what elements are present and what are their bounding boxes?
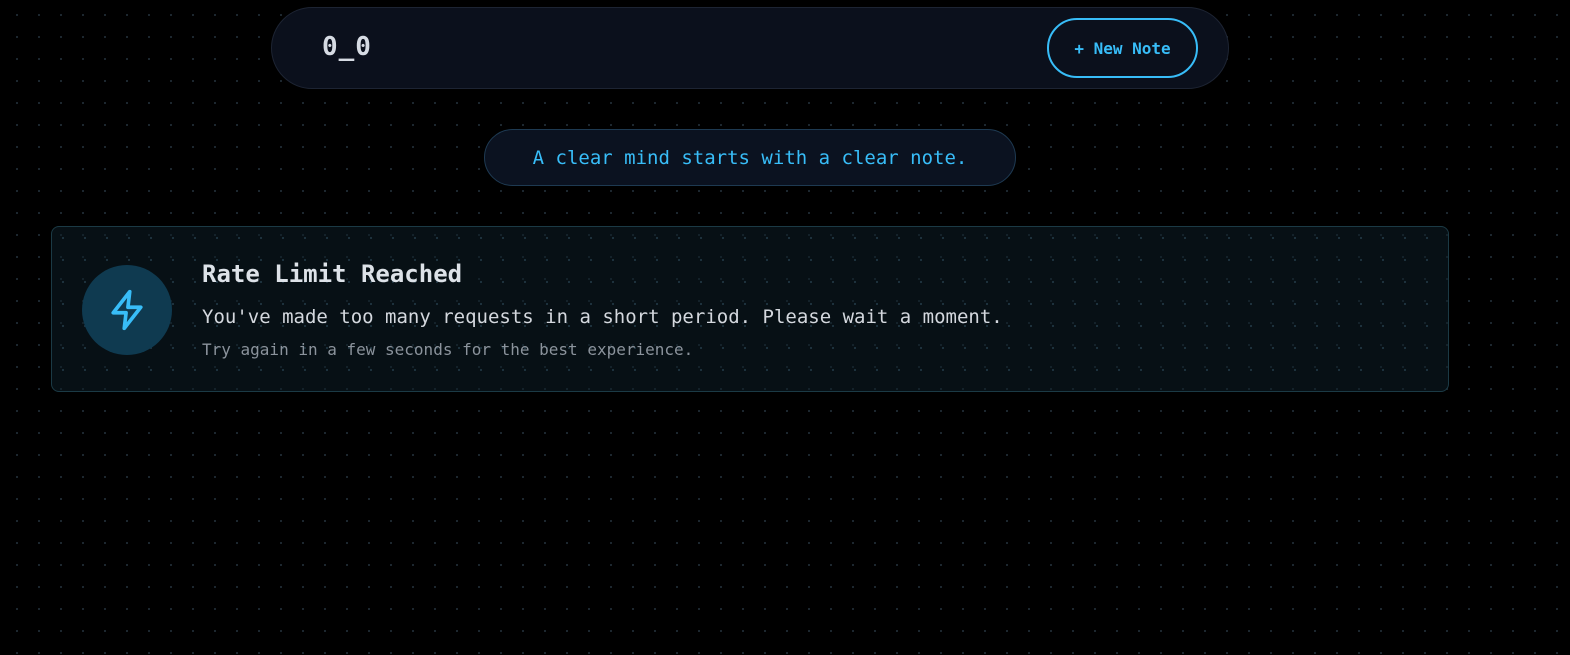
alert-title: Rate Limit Reached xyxy=(202,260,463,288)
lightning-bolt-icon xyxy=(111,289,143,331)
navbar: 0_0 + New Note xyxy=(271,7,1229,89)
tagline-pill: A clear mind starts with a clear note. xyxy=(484,129,1016,186)
alert-hint: Try again in a few seconds for the best … xyxy=(202,340,694,359)
new-note-button[interactable]: + New Note xyxy=(1047,18,1198,78)
alert-icon-container xyxy=(82,265,172,355)
rate-limit-alert: Rate Limit Reached You've made too many … xyxy=(51,226,1449,392)
brand-logo[interactable]: 0_0 xyxy=(322,32,372,62)
tagline-text: A clear mind starts with a clear note. xyxy=(532,146,968,169)
alert-message: You've made too many requests in a short… xyxy=(202,306,1003,328)
